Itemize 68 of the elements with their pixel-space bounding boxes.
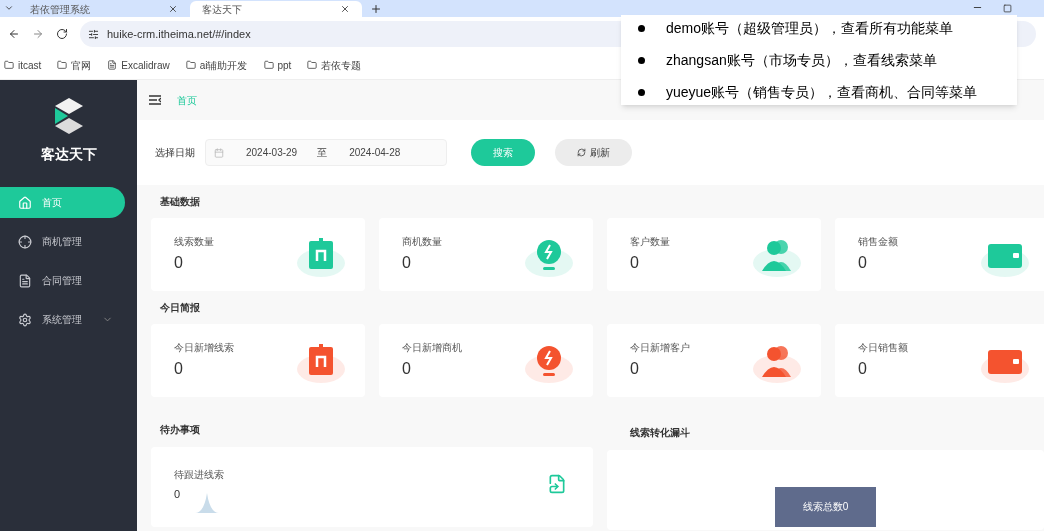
stat-value: 0 xyxy=(630,253,640,273)
stat-value: 0 xyxy=(402,253,412,273)
filter-label: 选择日期 xyxy=(155,146,196,160)
close-icon[interactable] xyxy=(168,4,178,14)
restore-icon[interactable] xyxy=(1003,4,1012,13)
refresh-icon xyxy=(577,148,586,157)
stat-label: 商机数量 xyxy=(402,235,442,249)
stat-value: 0 xyxy=(858,253,868,273)
reload-icon[interactable] xyxy=(56,28,68,40)
bullet-icon xyxy=(638,88,645,96)
bookmark[interactable]: 官网 xyxy=(57,57,92,73)
stat-label: 今日新增客户 xyxy=(630,341,690,355)
stat-value: 0 xyxy=(174,253,184,273)
stat-label: 今日销售额 xyxy=(858,341,908,355)
stat-value: 0 xyxy=(858,359,868,379)
bookmark[interactable]: ppt xyxy=(263,57,292,73)
menu-icon[interactable] xyxy=(149,95,161,105)
section-title: 线索转化漏斗 xyxy=(629,426,691,440)
todo-value: 0 xyxy=(174,487,182,502)
bullet-icon xyxy=(638,56,645,64)
date-range-field[interactable]: 2024-03-29 至 2024-04-28 xyxy=(205,139,447,166)
document-icon xyxy=(18,273,32,288)
back-icon[interactable] xyxy=(8,28,20,40)
settings-icon xyxy=(18,312,32,327)
section-title: 今日简报 xyxy=(159,301,201,315)
folder-icon xyxy=(307,60,318,70)
bookmark[interactable]: ai辅助开发 xyxy=(185,57,248,73)
file-icon xyxy=(107,60,118,70)
folder-icon xyxy=(57,60,68,70)
bookmark[interactable]: 若依专题 xyxy=(307,57,362,73)
stat-label: 客户数量 xyxy=(630,235,670,249)
calendar-icon xyxy=(214,147,224,158)
document-arrows-icon xyxy=(547,474,567,494)
logo-icon xyxy=(53,98,84,134)
stat-label: 今日新增线索 xyxy=(174,341,234,355)
browser-tab[interactable]: 若依管理系统 xyxy=(18,1,190,17)
tab-list-icon[interactable] xyxy=(4,3,14,13)
brand-name: 客达天下 xyxy=(40,145,97,164)
stat-value: 0 xyxy=(402,359,412,379)
crosshair-icon xyxy=(18,234,32,249)
peak-chart xyxy=(195,493,219,513)
nav-item[interactable]: 商机管理 xyxy=(0,226,125,257)
nav-item[interactable]: 系统管理 xyxy=(0,304,125,335)
stat-label: 销售金额 xyxy=(858,235,898,249)
note-text: zhangsan账号（市场专员），查看线索菜单 xyxy=(666,50,937,70)
close-icon[interactable] xyxy=(340,4,350,14)
nav-item[interactable]: 合同管理 xyxy=(0,265,125,296)
note-text: yueyue账号（销售专员），查看商机、合同等菜单 xyxy=(666,82,978,102)
folder-icon xyxy=(185,60,196,70)
site-settings-icon[interactable] xyxy=(88,28,99,40)
todo-label: 待跟进线索 xyxy=(174,468,224,482)
note-text: demo账号（超级管理员），查看所有功能菜单 xyxy=(666,18,954,38)
browser-tab[interactable]: 客达天下 xyxy=(190,1,362,17)
bookmark[interactable]: Excalidraw xyxy=(107,57,170,73)
bookmark[interactable]: itcast xyxy=(4,57,42,73)
folder-icon xyxy=(263,60,274,70)
new-tab-icon[interactable] xyxy=(370,3,382,15)
refresh-button[interactable]: 刷新 xyxy=(555,139,632,166)
section-title: 基础数据 xyxy=(159,195,201,209)
stat-label: 今日新增商机 xyxy=(402,341,462,355)
section-title: 待办事项 xyxy=(159,422,201,437)
bullet-icon xyxy=(638,24,645,32)
stat-value: 0 xyxy=(630,359,640,379)
folder-icon xyxy=(4,60,14,70)
home-icon xyxy=(18,195,32,210)
stat-value: 0 xyxy=(174,359,184,379)
stat-label: 线索数量 xyxy=(174,235,214,249)
funnel-bar: 线索总数0 xyxy=(775,487,876,527)
